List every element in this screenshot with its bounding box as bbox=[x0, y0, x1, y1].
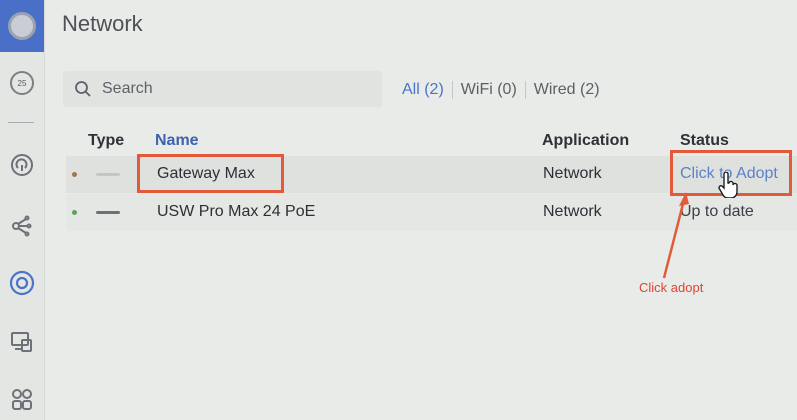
sidebar-item-topology[interactable] bbox=[9, 212, 35, 238]
filter-all[interactable]: All (2) bbox=[394, 79, 452, 101]
search-box[interactable] bbox=[63, 71, 382, 107]
topology-icon bbox=[12, 215, 32, 237]
sidebar-item-apps[interactable] bbox=[9, 386, 35, 412]
badge-label: 25 bbox=[17, 78, 27, 88]
device-application: Network bbox=[543, 203, 602, 220]
search-icon bbox=[75, 81, 91, 97]
sidebar-item-badge[interactable]: 25 bbox=[9, 70, 35, 96]
sidebar-item-circular[interactable] bbox=[9, 152, 35, 178]
column-header-type[interactable]: Type bbox=[88, 132, 124, 150]
column-header-name[interactable]: Name bbox=[155, 132, 199, 150]
gateway-device-icon bbox=[96, 173, 120, 176]
devices-icon bbox=[11, 332, 32, 352]
page-title: Network bbox=[62, 11, 143, 36]
device-name[interactable]: USW Pro Max 24 PoE bbox=[157, 203, 315, 221]
sidebar-item-devices[interactable] bbox=[9, 329, 35, 355]
hand-cursor-icon bbox=[718, 172, 738, 198]
table-row[interactable]: USW Pro Max 24 PoE Network Up to date bbox=[66, 194, 797, 231]
status-dot bbox=[72, 172, 77, 177]
column-header-status[interactable]: Status bbox=[680, 132, 729, 150]
target-circle-icon bbox=[9, 270, 35, 296]
search-input[interactable] bbox=[100, 79, 364, 99]
circular-arrow-icon bbox=[11, 154, 33, 176]
sidebar-item-network[interactable] bbox=[9, 270, 35, 296]
app-logo[interactable] bbox=[0, 0, 44, 52]
grid-apps-icon bbox=[12, 389, 32, 410]
circle-logo-icon bbox=[8, 12, 36, 40]
filter-tabs: All (2) WiFi (0) Wired (2) bbox=[394, 77, 608, 103]
annotation-label: Click adopt bbox=[639, 280, 704, 295]
status-dot bbox=[72, 210, 77, 215]
column-header-application[interactable]: Application bbox=[542, 132, 629, 150]
badge-25-icon: 25 bbox=[10, 71, 34, 95]
switch-device-icon bbox=[96, 211, 120, 214]
highlight-box-name bbox=[137, 154, 284, 193]
filter-wired[interactable]: Wired (2) bbox=[526, 79, 608, 101]
sidebar-divider bbox=[8, 122, 34, 123]
device-status: Up to date bbox=[680, 203, 754, 220]
sidebar: 25 bbox=[0, 0, 45, 420]
device-application: Network bbox=[543, 165, 602, 182]
filter-wifi[interactable]: WiFi (0) bbox=[453, 79, 525, 101]
